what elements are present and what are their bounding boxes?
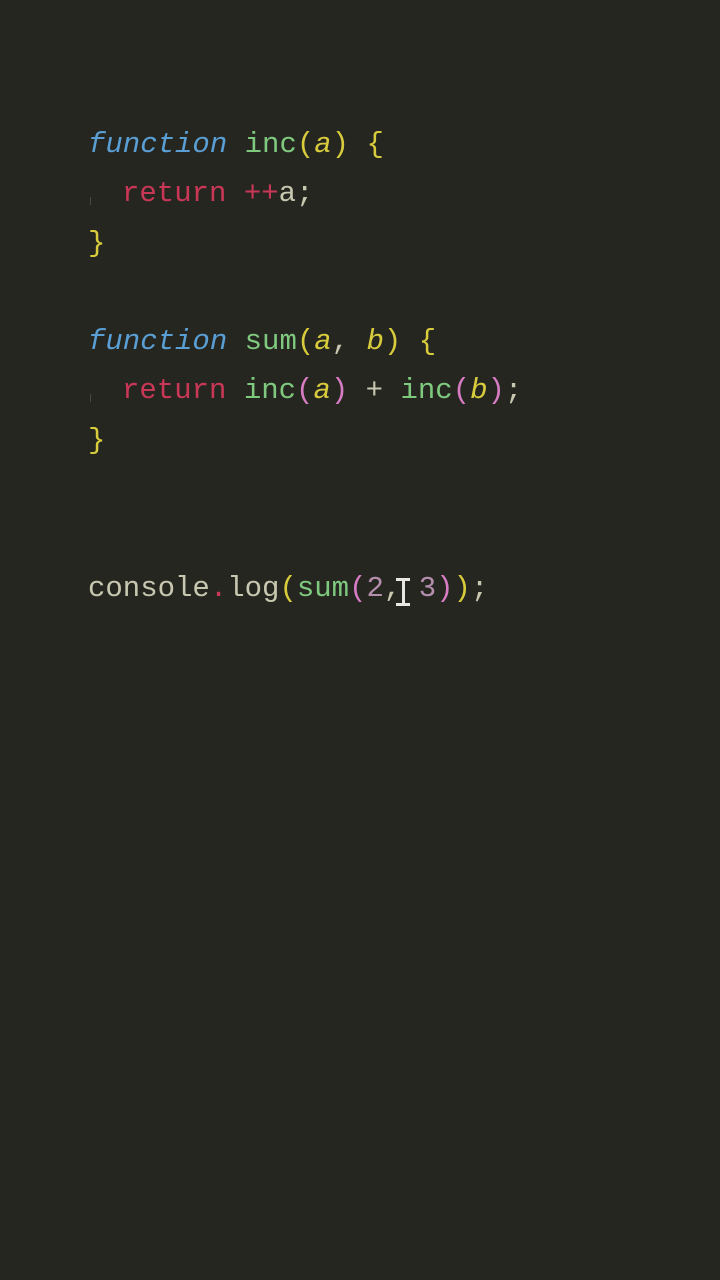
code-line-2[interactable]: return ++a; [88, 169, 720, 218]
arg-a: a [313, 374, 330, 407]
code-line-3[interactable]: } [88, 219, 720, 268]
object-console: console [88, 572, 210, 605]
operator-plus: + [366, 374, 383, 407]
call-sum: sum [297, 572, 349, 605]
code-editor[interactable]: function inc(a) { return ++a; } function… [88, 120, 720, 712]
number-arg-2: 3 [419, 572, 436, 605]
code-line-1[interactable]: function inc(a) { [88, 120, 720, 169]
call-inc-1: inc [244, 374, 296, 407]
variable-a: a [279, 177, 296, 210]
param-a: a [314, 128, 331, 161]
code-line-blank-3[interactable] [88, 514, 720, 563]
keyword-function: function [88, 128, 227, 161]
param-a: a [314, 325, 331, 358]
function-name-inc: inc [245, 128, 297, 161]
code-line-7[interactable]: console.log(sum(2, 3)); [88, 564, 720, 712]
code-line-blank-2[interactable] [88, 465, 720, 514]
keyword-return: return [122, 177, 226, 210]
number-arg-1: 2 [366, 572, 383, 605]
call-inc-2: inc [400, 374, 452, 407]
function-name-sum: sum [245, 325, 297, 358]
param-b: b [366, 325, 383, 358]
keyword-function: function [88, 325, 227, 358]
operator-increment: ++ [244, 177, 279, 210]
code-line-6[interactable]: } [88, 416, 720, 465]
keyword-return: return [122, 374, 226, 407]
method-log: log [227, 572, 279, 605]
arg-b: b [470, 374, 487, 407]
code-line-5[interactable]: return inc(a) + inc(b); [88, 366, 720, 415]
code-line-blank-1[interactable] [88, 268, 720, 317]
code-line-4[interactable]: function sum(a, b) { [88, 317, 720, 366]
